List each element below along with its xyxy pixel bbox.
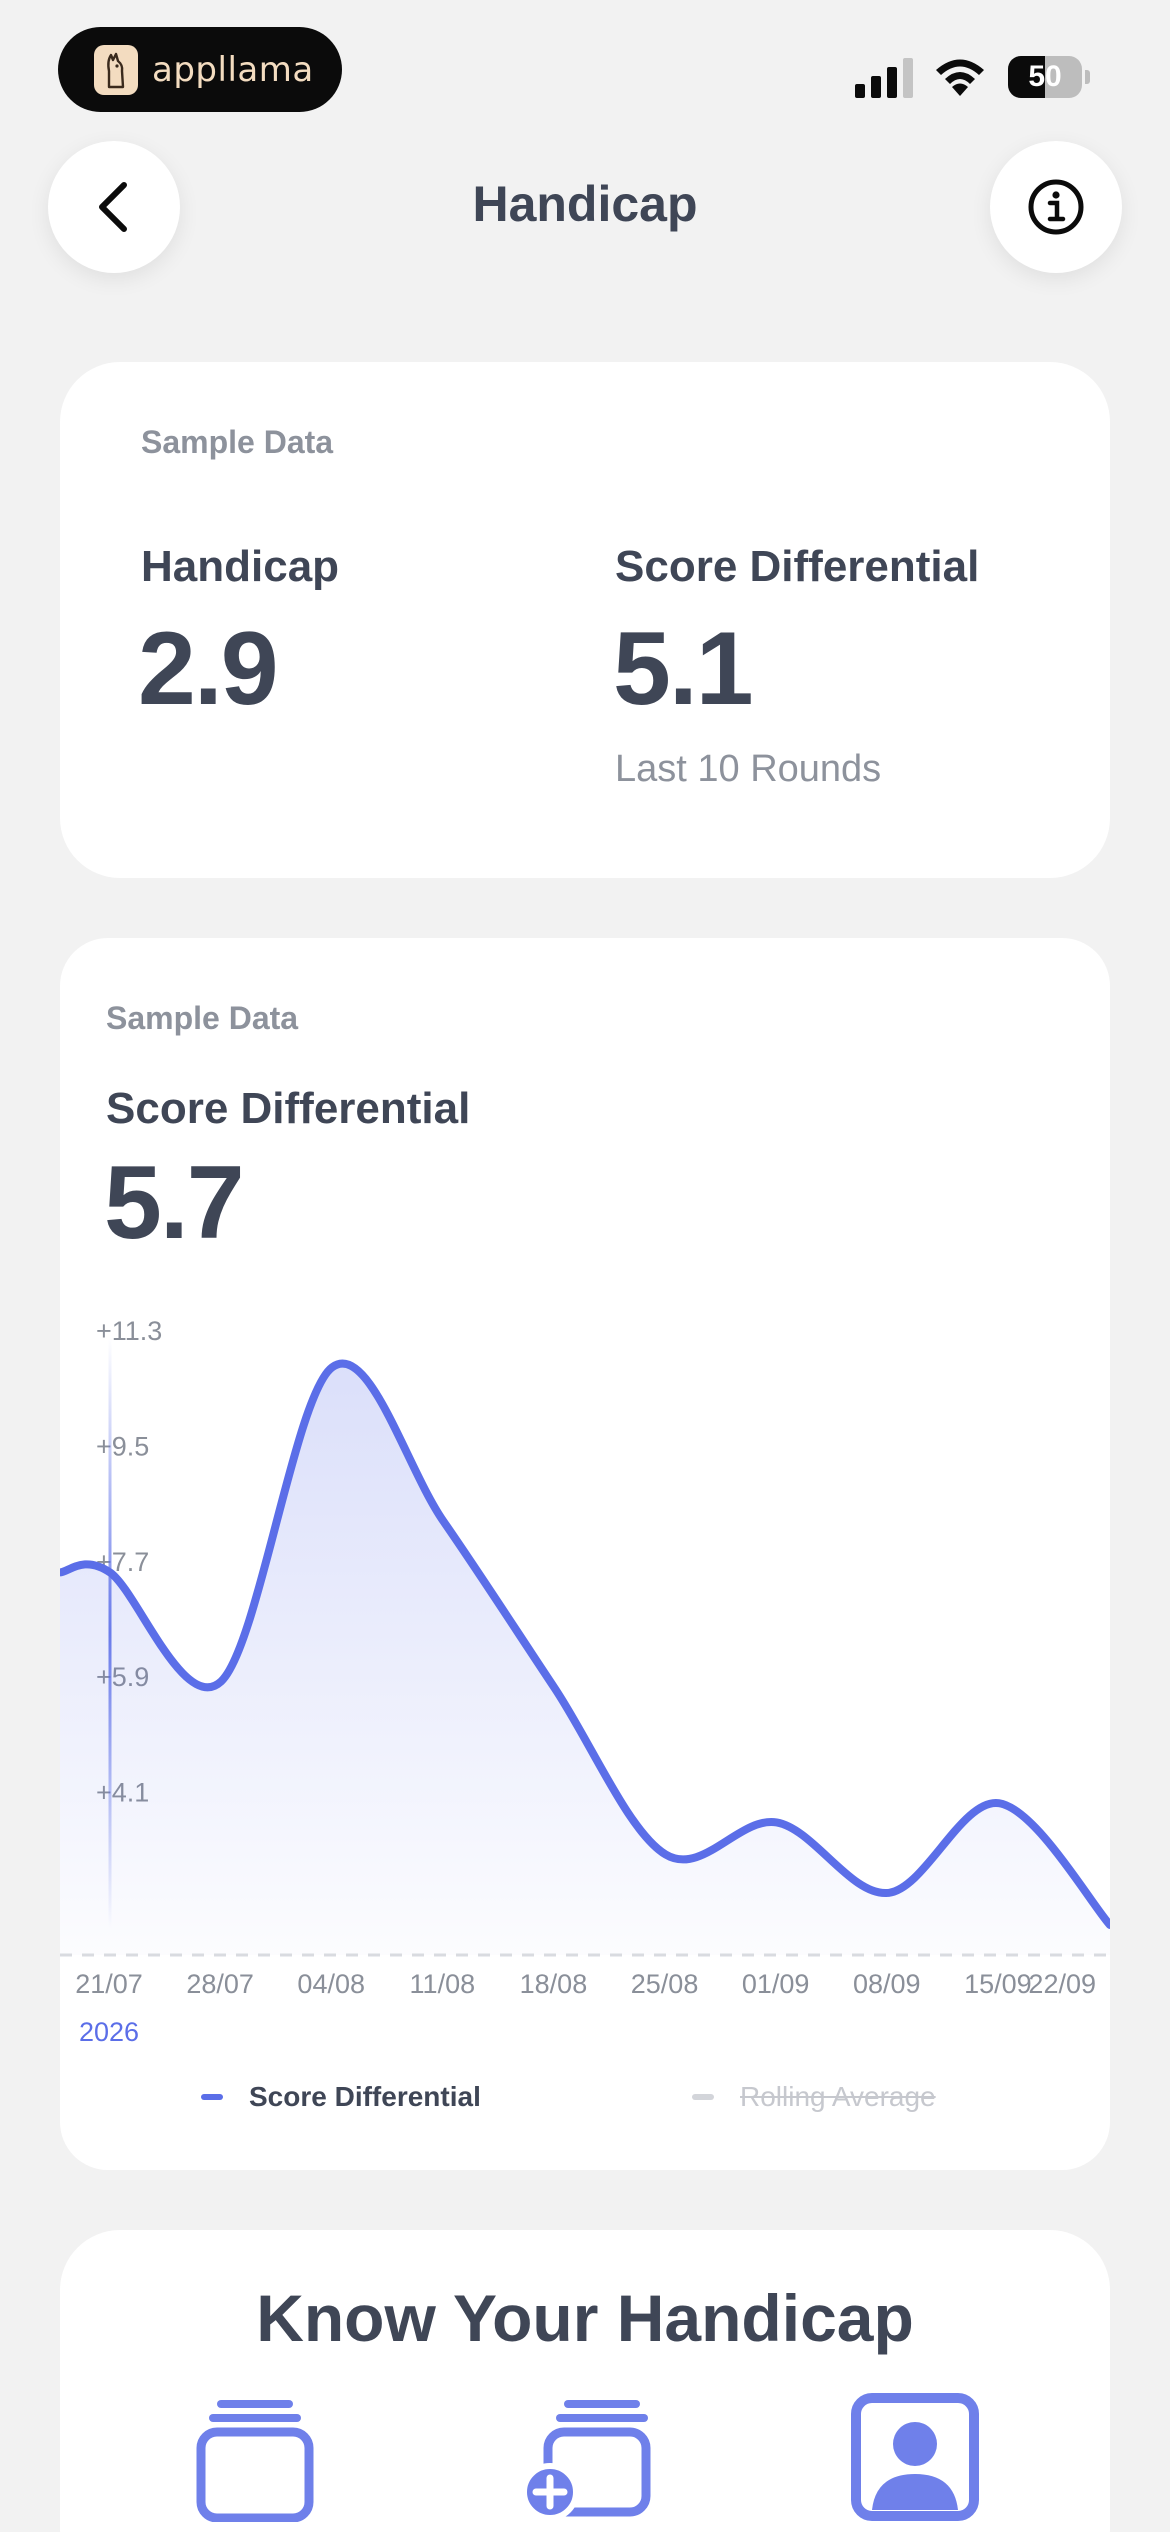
add-card-icon[interactable] <box>522 2392 652 2522</box>
data-point <box>550 1684 558 1692</box>
data-point <box>328 1363 336 1371</box>
info-button[interactable] <box>990 141 1122 273</box>
handicap-value: 2.9 <box>138 611 279 727</box>
chart-cursor-line <box>108 1338 112 1928</box>
legend-swatch <box>692 2094 714 2100</box>
data-point <box>662 1850 670 1858</box>
x-year-label: 2026 <box>79 2017 139 2047</box>
score-differential-chart-card: Sample Data Score Differential 5.7 +11.3… <box>60 938 1110 2170</box>
legend-item-score-differential[interactable]: Score Differential <box>201 2081 481 2113</box>
x-tick-label: 25/08 <box>631 1969 699 1999</box>
y-tick-label: +11.3 <box>96 1316 162 1346</box>
x-tick-label: 04/08 <box>297 1969 365 1999</box>
data-point <box>773 1818 781 1826</box>
brand-name: appllama <box>152 49 314 90</box>
score-differential-chart[interactable]: +11.3+9.5+7.7+5.9+4.121/0728/0704/0811/0… <box>60 938 1110 2170</box>
last-rounds-label: Last 10 Rounds <box>615 748 882 790</box>
x-tick-label: 15/09 <box>964 1969 1032 1999</box>
y-tick-label: +9.5 <box>96 1431 149 1461</box>
score-differential-label: Score Differential <box>615 542 980 591</box>
battery-percent: 50 <box>1028 60 1062 93</box>
x-tick-label: 18/08 <box>520 1969 588 1999</box>
chart-legend: Score Differential Rolling Average <box>60 2081 1110 2121</box>
legend-swatch <box>201 2094 223 2100</box>
legend-label: Rolling Average <box>740 2081 936 2112</box>
data-point <box>106 1568 114 1576</box>
sample-data-label: Sample Data <box>141 424 334 460</box>
x-tick-label: 22/09 <box>1028 1969 1096 1999</box>
data-point <box>217 1677 225 1685</box>
x-tick-label: 01/09 <box>742 1969 810 1999</box>
handicap-summary-card: Sample Data Handicap 2.9 Score Different… <box>60 362 1110 878</box>
stack-cards-icon[interactable] <box>195 2392 315 2522</box>
legend-label: Score Differential <box>249 2081 481 2112</box>
wifi-icon <box>936 59 984 96</box>
know-your-handicap-title: Know Your Handicap <box>256 2281 914 2355</box>
legend-item-rolling-average[interactable]: Rolling Average <box>692 2081 936 2113</box>
score-differential-value: 5.1 <box>613 611 754 727</box>
status-bar: appllama 50 <box>0 0 1170 140</box>
data-point <box>884 1889 892 1897</box>
know-your-handicap-card: Know Your Handicap <box>60 2230 1110 2532</box>
brand-pill[interactable]: appllama <box>58 27 342 112</box>
llama-logo-icon <box>94 44 138 95</box>
data-point <box>439 1517 447 1525</box>
profile-card-icon[interactable] <box>850 2392 980 2522</box>
x-tick-label: 28/07 <box>186 1969 254 1999</box>
x-tick-label: 08/09 <box>853 1969 921 1999</box>
info-circle-icon <box>1028 179 1084 235</box>
handicap-label: Handicap <box>141 542 340 591</box>
x-tick-label: 21/07 <box>75 1969 143 1999</box>
series-area <box>60 1363 1110 1955</box>
battery-icon: 50 <box>1008 56 1090 98</box>
cellular-signal-icon <box>855 58 913 98</box>
data-point <box>995 1799 1003 1807</box>
x-tick-label: 11/08 <box>410 1969 476 1999</box>
